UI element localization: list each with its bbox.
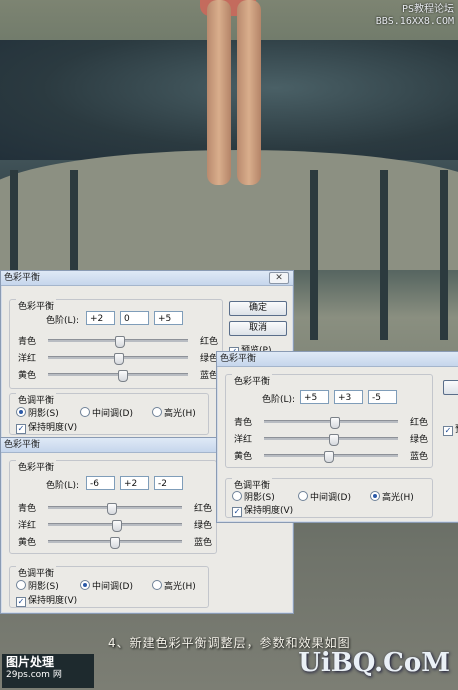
legs — [205, 0, 265, 190]
color-balance-group: 色彩平衡 色阶(L): +2 0 +5 青色 红色 洋红 绿色 黄色 蓝色 — [9, 299, 223, 389]
color-balance-group: 色彩平衡 色阶(L): -6 +2 -2 青色 红色 洋红 绿色 黄色 蓝色 — [9, 460, 217, 554]
slider-yellow-blue[interactable]: 黄色 蓝色 — [234, 449, 428, 463]
slider-thumb[interactable] — [106, 503, 117, 515]
watermark-bottom-right: UiBQ.CoM — [298, 648, 450, 678]
dialog-titlebar: 色彩平衡 — [217, 352, 458, 367]
slider-thumb[interactable] — [329, 434, 339, 446]
level-input-magenta-green[interactable]: +2 — [120, 476, 149, 490]
slider-magenta-green[interactable]: 洋红 绿色 — [18, 518, 212, 532]
slider-yellow-blue[interactable]: 黄色 蓝色 — [18, 535, 212, 549]
radio-highlights[interactable]: 高光(H) — [152, 406, 196, 419]
slider-thumb[interactable] — [115, 336, 126, 348]
radio-midtones[interactable]: 中间调(D) — [80, 579, 133, 592]
watermark-top-right: PS教程论坛 BBS.16XX8.COM — [375, 4, 454, 27]
color-balance-group: 色彩平衡 色阶(L): +5 +3 -5 青色 红色 洋红 绿色 黄色 蓝色 — [225, 374, 433, 468]
radio-shadows[interactable]: 阴影(S) — [16, 406, 59, 419]
dialog-titlebar: 色彩平衡 ✕ — [1, 271, 293, 286]
railing-post — [440, 170, 448, 340]
slider-cyan-red[interactable]: 青色 红色 — [234, 415, 428, 429]
tone-balance-group: 色调平衡 阴影(S) 中间调(D) 高光(H) ✓ 保持明度(V) — [9, 566, 209, 608]
slider-thumb[interactable] — [117, 370, 128, 382]
tone-balance-group: 色调平衡 阴影(S) 中间调(D) 高光(H) ✓ 保持明度(V) — [9, 393, 209, 435]
close-button[interactable]: ✕ — [269, 272, 289, 284]
level-input-yellow-blue[interactable]: -5 — [368, 390, 397, 404]
slider-thumb[interactable] — [323, 451, 334, 463]
watermark-bottom-left: 图片处理 29ps.com 网 — [2, 654, 94, 688]
ok-button[interactable]: 确定 — [229, 301, 287, 316]
level-input-yellow-blue[interactable]: -2 — [154, 476, 183, 490]
level-input-cyan-red[interactable]: +2 — [86, 311, 115, 325]
preserve-luminosity-checkbox[interactable]: ✓ 保持明度(V) — [16, 593, 77, 607]
slider-yellow-blue[interactable]: 黄色 蓝色 — [18, 368, 218, 382]
level-input-magenta-green[interactable]: 0 — [120, 311, 149, 325]
cancel-button[interactable]: 取消 — [229, 321, 287, 336]
levels-label: 色阶(L): — [46, 316, 80, 326]
level-input-cyan-red[interactable]: +5 — [300, 390, 329, 404]
levels-label: 色阶(L): — [262, 395, 296, 405]
radio-shadows[interactable]: 阴影(S) — [232, 490, 275, 503]
slider-cyan-red[interactable]: 青色 红色 — [18, 501, 212, 515]
radio-shadows[interactable]: 阴影(S) — [16, 579, 59, 592]
radio-highlights[interactable]: 高光(H) — [152, 579, 196, 592]
color-balance-dialog-highlights: 色彩平衡 色彩平衡 色阶(L): +5 +3 -5 青色 红色 洋红 绿色 黄色 蓝色… — [216, 351, 458, 523]
radio-highlights[interactable]: 高光(H) — [370, 490, 414, 503]
radio-midtones[interactable]: 中间调(D) — [298, 490, 351, 503]
level-input-cyan-red[interactable]: -6 — [86, 476, 115, 490]
preview-checkbox[interactable]: ✓预 — [443, 422, 458, 436]
slider-thumb[interactable] — [109, 537, 120, 549]
slider-thumb[interactable] — [330, 417, 341, 429]
slider-thumb[interactable] — [112, 520, 123, 532]
railing-post — [380, 170, 388, 340]
level-input-magenta-green[interactable]: +3 — [334, 390, 363, 404]
tone-balance-group: 色调平衡 阴影(S) 中间调(D) 高光(H) ✓ 保持明度(V) — [225, 478, 433, 518]
radio-midtones[interactable]: 中间调(D) — [80, 406, 133, 419]
slider-magenta-green[interactable]: 洋红 绿色 — [18, 351, 218, 365]
slider-cyan-red[interactable]: 青色 红色 — [18, 334, 218, 348]
slider-magenta-green[interactable]: 洋红 绿色 — [234, 432, 428, 446]
preserve-luminosity-checkbox[interactable]: ✓ 保持明度(V) — [232, 503, 293, 517]
levels-label: 色阶(L): — [46, 481, 80, 491]
ok-button-partial[interactable] — [443, 380, 458, 395]
preserve-luminosity-checkbox[interactable]: ✓ 保持明度(V) — [16, 420, 77, 434]
level-input-yellow-blue[interactable]: +5 — [154, 311, 183, 325]
slider-thumb[interactable] — [114, 353, 124, 365]
railing-post — [310, 170, 318, 340]
